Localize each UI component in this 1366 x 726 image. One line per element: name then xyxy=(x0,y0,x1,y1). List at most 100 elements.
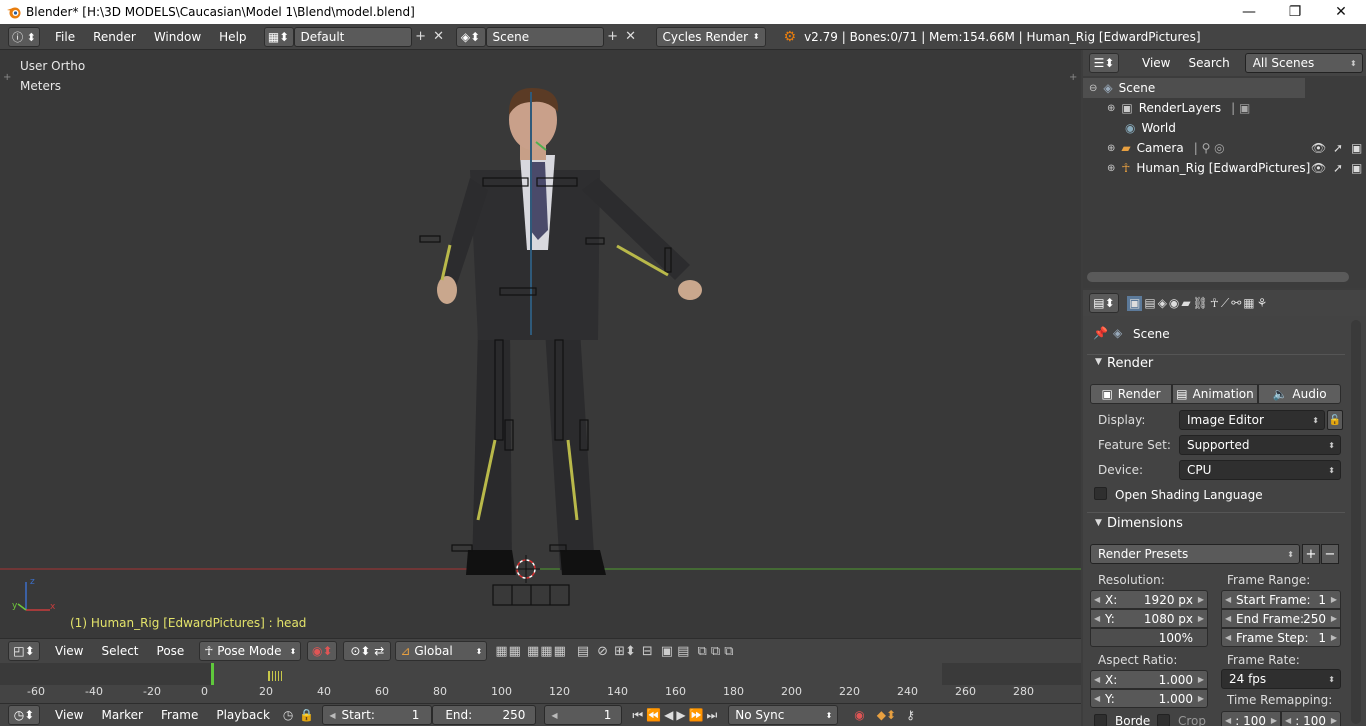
current-frame-input[interactable]: ◀ 1 xyxy=(544,705,623,725)
timeline-menu-playback[interactable]: Playback xyxy=(207,708,279,722)
outliner-row-world[interactable]: ◉ World xyxy=(1083,118,1366,138)
menu-render[interactable]: Render xyxy=(84,30,145,44)
3d-view-editor-type-button[interactable]: ◰⬍ xyxy=(8,641,40,661)
decrement-arrow-icon[interactable]: ◀ xyxy=(1225,633,1231,642)
3d-menu-view[interactable]: View xyxy=(46,644,92,658)
editor-type-info-button[interactable]: ⓘ ⬍ xyxy=(8,26,40,47)
increment-arrow-icon[interactable]: ▶ xyxy=(1331,633,1337,642)
world-tab-icon[interactable]: ◉ xyxy=(1169,296,1179,311)
resolution-percentage-field[interactable]: 100% xyxy=(1090,628,1208,647)
outliner-editor-type-button[interactable]: ☰⬍ xyxy=(1089,53,1119,73)
record-icon[interactable]: ◉ xyxy=(854,708,864,722)
frame-rate-dropdown[interactable]: 24 fps ⬍ xyxy=(1221,669,1341,689)
scene-field[interactable]: Scene xyxy=(485,26,604,47)
timeline-menu-marker[interactable]: Marker xyxy=(92,708,151,722)
decrement-arrow-icon[interactable]: ◀ xyxy=(1094,595,1100,604)
scene-browse-button[interactable]: ◈⬍ xyxy=(455,26,486,47)
constraints-tab-icon[interactable]: ⛓ xyxy=(1193,296,1208,311)
mode-dropdown[interactable]: ☥ Pose Mode ⬍ xyxy=(199,641,302,661)
render-presets-dropdown[interactable]: Render Presets ⬍ xyxy=(1090,544,1300,564)
expand-icon[interactable]: ⊕ xyxy=(1107,143,1115,154)
selectable-arrow-icon[interactable]: ➚ xyxy=(1333,161,1343,175)
remove-layout-icon[interactable]: ✕ xyxy=(430,28,448,46)
snap-target-icon[interactable]: ⊟ xyxy=(642,644,653,659)
playback-controls-icon[interactable]: ⏮⏪◀▶⏩⏭ xyxy=(632,708,720,723)
pose-lock-icon[interactable]: ▤ xyxy=(577,644,589,659)
timeline-menu-frame[interactable]: Frame xyxy=(152,708,207,722)
render-preview-icon[interactable]: ▣ ▤ xyxy=(661,644,690,659)
outliner-menu-search[interactable]: Search xyxy=(1179,56,1238,70)
lock-range-icon[interactable]: 🔒 xyxy=(299,708,314,722)
outliner-row-camera[interactable]: ⊕ ▰ Camera | ⚲ ◎ 👁 ➚ ▣ xyxy=(1083,138,1366,158)
render-tab-icon[interactable]: ▣ xyxy=(1127,295,1143,311)
add-preset-icon[interactable]: + xyxy=(1302,544,1320,564)
screen-layout-browse-button[interactable]: ▦⬍ xyxy=(263,26,294,47)
restore-button[interactable]: ❐ xyxy=(1272,0,1318,24)
menu-file[interactable]: File xyxy=(46,30,84,44)
3d-menu-select[interactable]: Select xyxy=(92,644,147,658)
current-frame-indicator[interactable] xyxy=(211,663,214,685)
timeline[interactable]: -60 -40 -20 0 20 40 60 80 100 120 140 160 180 200 220 2… xyxy=(0,663,1081,703)
visibility-eye-icon[interactable]: 👁 xyxy=(1311,141,1326,155)
collapse-icon[interactable]: ⊖ xyxy=(1089,83,1097,94)
armature-data-tab-icon[interactable]: ☥ xyxy=(1210,296,1219,311)
decrement-arrow-icon[interactable]: ◀ xyxy=(1285,716,1291,725)
increment-arrow-icon[interactable]: ▶ xyxy=(1198,595,1204,604)
aspect-x-field[interactable]: ◀ X: 1.000 ▶ xyxy=(1090,670,1208,689)
outliner-filter-dropdown[interactable]: All Scenes ⬍ xyxy=(1244,53,1363,73)
increment-arrow-icon[interactable]: ▶ xyxy=(1198,675,1204,684)
outliner-row-renderlayers[interactable]: ⊕ ▣ RenderLayers | ▣ xyxy=(1083,98,1366,118)
start-frame-field[interactable]: ◀ Start Frame: 1 ▶ xyxy=(1221,590,1341,609)
end-frame-input[interactable]: End: 250 xyxy=(432,705,537,725)
properties-editor-type-button[interactable]: ▤⬍ xyxy=(1089,293,1119,313)
timeline-menu-view[interactable]: View xyxy=(46,708,92,722)
decrement-arrow-icon[interactable]: ◀ xyxy=(1225,614,1231,623)
decrement-arrow-icon[interactable]: ◀ xyxy=(1094,675,1100,684)
snap-element-icon[interactable]: ⊞⬍ xyxy=(614,644,636,659)
increment-arrow-icon[interactable]: ▶ xyxy=(1271,716,1277,725)
selectable-arrow-icon[interactable]: ➚ xyxy=(1333,141,1343,155)
keyframe-insert-icon[interactable]: ⚷ xyxy=(906,708,915,722)
outliner-menu-view[interactable]: View xyxy=(1133,56,1179,70)
remove-scene-icon[interactable]: ✕ xyxy=(622,28,640,46)
3d-viewport[interactable]: User Ortho Meters + + z y x (1) Human_Ri… xyxy=(0,50,1081,638)
decrement-arrow-icon[interactable]: ◀ xyxy=(1225,716,1231,725)
texture-tab-icon[interactable]: ▦ xyxy=(1243,296,1254,311)
add-scene-icon[interactable]: + xyxy=(604,28,622,46)
transform-orientation-dropdown[interactable]: ⊿ Global ⬍ xyxy=(395,641,488,661)
layers-grid-icon[interactable]: ▦▦ ▦▦▦ xyxy=(495,644,567,659)
decrement-arrow-icon[interactable]: ◀ xyxy=(551,711,557,720)
renderable-camera-icon[interactable]: ▣ xyxy=(1351,141,1362,155)
close-button[interactable]: ✕ xyxy=(1318,0,1364,24)
increment-arrow-icon[interactable]: ▶ xyxy=(1331,716,1337,725)
properties-scrollbar[interactable] xyxy=(1351,320,1361,724)
increment-arrow-icon[interactable]: ▶ xyxy=(1331,595,1337,604)
menu-window[interactable]: Window xyxy=(145,30,210,44)
renderable-camera-icon[interactable]: ▣ xyxy=(1351,161,1362,175)
decrement-arrow-icon[interactable]: ◀ xyxy=(1094,614,1100,623)
audio-button[interactable]: 🔈 Audio xyxy=(1258,384,1341,404)
add-layout-icon[interactable]: + xyxy=(412,28,430,46)
osl-checkbox[interactable] xyxy=(1094,487,1107,500)
pivot-point-dropdown[interactable]: ⊙⬍ ⇄ xyxy=(343,641,392,661)
time-new-field[interactable]: ◀ : 100 ▶ xyxy=(1281,711,1341,726)
scene-tab-icon[interactable]: ◈ xyxy=(1158,296,1167,311)
border-checkbox[interactable] xyxy=(1094,714,1107,726)
bone-tab-icon[interactable]: ⟋ xyxy=(1221,296,1229,311)
resolution-x-field[interactable]: ◀ X: 1920 px ▶ xyxy=(1090,590,1208,609)
keying-set-icon[interactable]: ◆⬍ xyxy=(877,708,896,722)
copy-pose-icon[interactable]: ⧉ ⧉ ⧉ xyxy=(697,644,733,659)
decrement-arrow-icon[interactable]: ◀ xyxy=(329,711,335,720)
screen-layout-field[interactable]: Default xyxy=(293,26,412,47)
device-dropdown[interactable]: CPU ⬍ xyxy=(1179,460,1341,480)
visibility-eye-icon[interactable]: 👁 xyxy=(1311,161,1326,175)
panel-collapse-icon[interactable]: ▼ xyxy=(1095,518,1102,528)
render-layers-tab-icon[interactable]: ▤ xyxy=(1144,296,1155,311)
remove-preset-icon[interactable]: − xyxy=(1321,544,1339,564)
expand-icon[interactable]: ⊕ xyxy=(1107,103,1115,114)
increment-arrow-icon[interactable]: ▶ xyxy=(1331,614,1337,623)
expand-icon[interactable]: ⊕ xyxy=(1107,163,1115,174)
viewport-shading-dropdown[interactable]: ◉⬍ xyxy=(307,641,338,661)
display-dropdown[interactable]: Image Editor ⬍ xyxy=(1179,410,1325,430)
pin-icon[interactable]: 📌 xyxy=(1093,326,1108,340)
